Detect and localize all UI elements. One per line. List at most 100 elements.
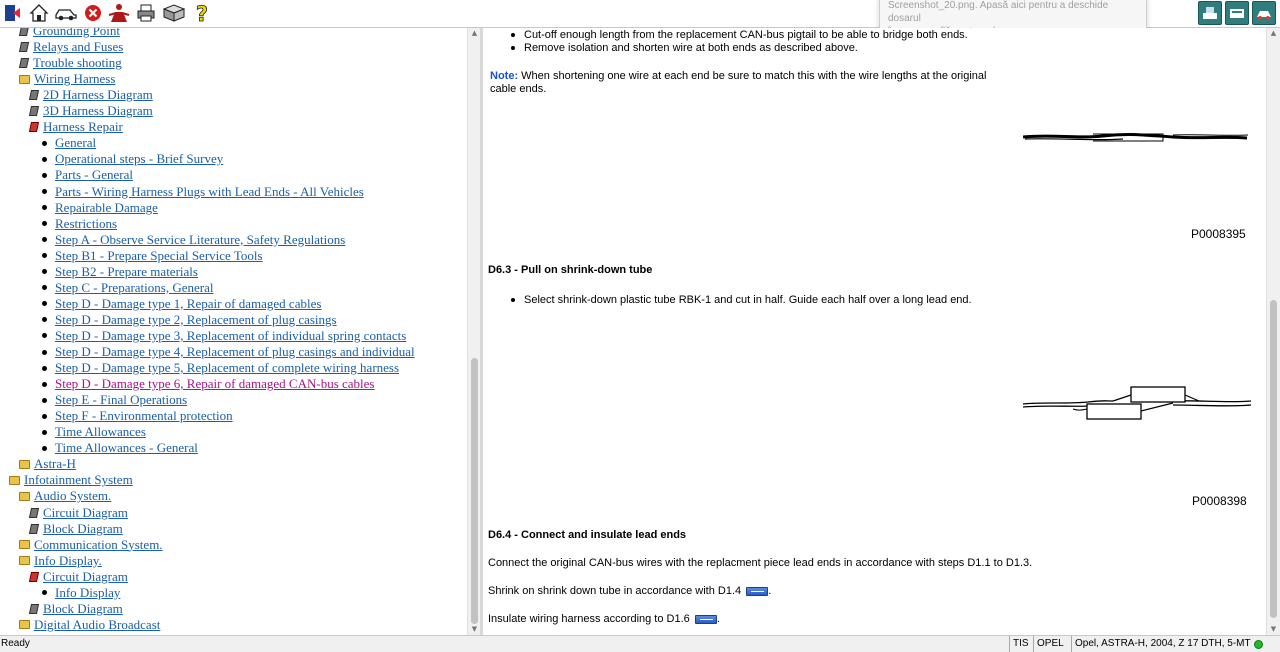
- tree-item-label[interactable]: Step F - Environmental protection: [55, 408, 233, 424]
- tree-item-label[interactable]: Block Diagram: [43, 601, 123, 617]
- vehicle-icon[interactable]: [53, 2, 79, 24]
- help-icon[interactable]: ?: [191, 2, 213, 24]
- tree-item[interactable]: Step E - Final Operations: [39, 392, 187, 408]
- link-arrow-icon[interactable]: [694, 614, 717, 624]
- tree-item[interactable]: Restrictions: [39, 216, 117, 232]
- tree-item-label[interactable]: Step B1 - Prepare Special Service Tools: [55, 248, 263, 264]
- scroll-up-arrow-icon[interactable]: ▲: [1267, 28, 1280, 38]
- tree-item-label[interactable]: Repairable Damage: [55, 200, 158, 216]
- tree-item[interactable]: Block Diagram: [28, 521, 123, 537]
- screenshot-toast[interactable]: Screenshot_20.png. Apasă aici pentru a d…: [879, 0, 1147, 37]
- tree-item-label[interactable]: Step C - Preparations, General: [55, 280, 213, 296]
- tree-item[interactable]: Step D - Damage type 1, Repair of damage…: [39, 296, 321, 312]
- tree-item[interactable]: Infotainment System: [9, 472, 133, 488]
- tree-item[interactable]: Step A - Observe Service Literature, Saf…: [39, 232, 345, 248]
- tree-item-label[interactable]: Step E - Final Operations: [55, 392, 187, 408]
- tree-item[interactable]: Step C - Preparations, General: [39, 280, 213, 296]
- tree-scrollbar-thumb[interactable]: [471, 358, 478, 624]
- tree-item-label[interactable]: Info Display.: [34, 553, 102, 569]
- tree-item-label[interactable]: Astra-H: [34, 456, 76, 472]
- exit-icon[interactable]: [1, 2, 23, 24]
- tree-scrollbar[interactable]: ▲ ▼: [467, 28, 480, 635]
- tree-item-label[interactable]: Audio System.: [34, 488, 111, 504]
- tree-item[interactable]: Block Diagram: [28, 601, 123, 617]
- bullet-icon: [42, 140, 47, 146]
- tree-item[interactable]: Trouble shooting: [18, 55, 122, 71]
- tool-a-icon[interactable]: [1198, 1, 1222, 25]
- tree-item[interactable]: Time Allowances - General: [39, 440, 198, 456]
- tree-item-label[interactable]: Parts - General: [55, 167, 133, 183]
- tree-item-label[interactable]: Step D - Damage type 2, Replacement of p…: [55, 312, 337, 328]
- tree-item-label[interactable]: Step B2 - Prepare materials: [55, 264, 198, 280]
- tree-item-label[interactable]: Block Diagram: [43, 521, 123, 537]
- tree-item-label[interactable]: Circuit Diagram: [43, 569, 128, 585]
- tree-item[interactable]: Step B2 - Prepare materials: [39, 264, 198, 280]
- tree-item[interactable]: Relays and Fuses: [18, 39, 123, 55]
- tree-item-label[interactable]: Wiring Harness: [34, 71, 115, 87]
- tree-item[interactable]: Communication System.: [19, 537, 163, 553]
- tree-item-label[interactable]: Trouble shooting: [33, 55, 122, 71]
- tree-item-label[interactable]: Harness Repair: [43, 119, 123, 135]
- tree-item-label[interactable]: Step D - Damage type 4, Replacement of p…: [55, 344, 415, 360]
- home-icon[interactable]: [28, 2, 50, 24]
- tree-item-label[interactable]: Grounding Point: [33, 28, 120, 39]
- print-icon[interactable]: [135, 2, 157, 24]
- tool-c-icon[interactable]: [1252, 1, 1276, 25]
- tree-item-label[interactable]: Time Allowances: [55, 424, 146, 440]
- scroll-down-arrow-icon[interactable]: ▼: [1267, 624, 1280, 634]
- tree-item[interactable]: Step D - Damage type 3, Replacement of i…: [39, 328, 406, 344]
- tree-item[interactable]: General: [39, 135, 96, 151]
- tree-item-label[interactable]: Digital Audio Broadcast: [34, 617, 160, 633]
- book-icon[interactable]: [161, 2, 187, 24]
- tree-item-label[interactable]: Operational steps - Brief Survey: [55, 151, 223, 167]
- tree-item[interactable]: 2D Harness Diagram: [28, 87, 153, 103]
- tree-item-label[interactable]: 2D Harness Diagram: [43, 87, 153, 103]
- stop-icon[interactable]: [82, 2, 104, 24]
- tree-item-label[interactable]: Step D - Damage type 5, Replacement of c…: [55, 360, 399, 376]
- person-icon[interactable]: [106, 2, 132, 24]
- tree-item[interactable]: Parts - Wiring Harness Plugs with Lead E…: [39, 184, 364, 200]
- content-scrollbar-thumb[interactable]: [1270, 300, 1277, 618]
- tree-item-label[interactable]: Circuit Diagram: [43, 505, 128, 521]
- tree-item-label[interactable]: Step A - Observe Service Literature, Saf…: [55, 232, 345, 248]
- tree-item[interactable]: Circuit Diagram: [28, 569, 128, 585]
- tree-item-label[interactable]: Step D - Damage type 1, Repair of damage…: [55, 296, 321, 312]
- document-icon: [18, 58, 30, 69]
- tree-item[interactable]: Audio System.: [19, 488, 111, 504]
- tree-item[interactable]: Wiring Harness: [19, 71, 115, 87]
- paragraph-text: Shrink on shrink down tube in accordance…: [488, 585, 742, 597]
- tree-item[interactable]: Circuit Diagram: [28, 505, 128, 521]
- tree-item[interactable]: Step F - Environmental protection: [39, 408, 233, 424]
- tree-item-label[interactable]: Relays and Fuses: [33, 39, 123, 55]
- tree-item[interactable]: Step D - Damage type 5, Replacement of c…: [39, 360, 399, 376]
- tree-item[interactable]: Step B1 - Prepare Special Service Tools: [39, 248, 263, 264]
- link-arrow-icon[interactable]: [746, 586, 769, 596]
- tree-item[interactable]: Digital Audio Broadcast: [19, 617, 160, 633]
- content-scrollbar[interactable]: ▲ ▼: [1266, 28, 1280, 635]
- tree-item[interactable]: Step D - Damage type 4, Replacement of p…: [39, 344, 415, 360]
- tree-item[interactable]: Step D - Damage type 2, Replacement of p…: [39, 312, 337, 328]
- tree-item-label[interactable]: Infotainment System: [24, 472, 133, 488]
- tree-item[interactable]: 3D Harness Diagram: [28, 103, 153, 119]
- tool-b-icon[interactable]: [1225, 1, 1249, 25]
- tree-item[interactable]: Repairable Damage: [39, 200, 158, 216]
- tree-item-label[interactable]: Step D - Damage type 3, Replacement of i…: [55, 328, 406, 344]
- tree-item-label[interactable]: Info Display: [55, 585, 120, 601]
- tree-item-label[interactable]: 3D Harness Diagram: [43, 103, 153, 119]
- tree-item[interactable]: Astra-H: [19, 456, 76, 472]
- tree-item[interactable]: Step D - Damage type 6, Repair of damage…: [39, 376, 375, 392]
- tree-item-label[interactable]: Restrictions: [55, 216, 117, 232]
- tree-item-label[interactable]: Parts - Wiring Harness Plugs with Lead E…: [55, 184, 364, 200]
- status-text: Ready: [1, 638, 30, 649]
- tree-item[interactable]: Harness Repair: [28, 119, 123, 135]
- tree-item-label[interactable]: Communication System.: [34, 537, 163, 553]
- tree-item[interactable]: Parts - General: [39, 167, 133, 183]
- tree-item[interactable]: Grounding Point: [18, 28, 120, 39]
- tree-item-label[interactable]: Time Allowances - General: [55, 440, 198, 456]
- tree-item[interactable]: Operational steps - Brief Survey: [39, 151, 223, 167]
- tree-item[interactable]: Info Display: [39, 585, 120, 601]
- tree-item-label[interactable]: Step D - Damage type 6, Repair of damage…: [55, 376, 375, 392]
- tree-item[interactable]: Time Allowances: [39, 424, 146, 440]
- tree-item[interactable]: Info Display.: [19, 553, 102, 569]
- tree-item-label[interactable]: General: [55, 135, 96, 151]
